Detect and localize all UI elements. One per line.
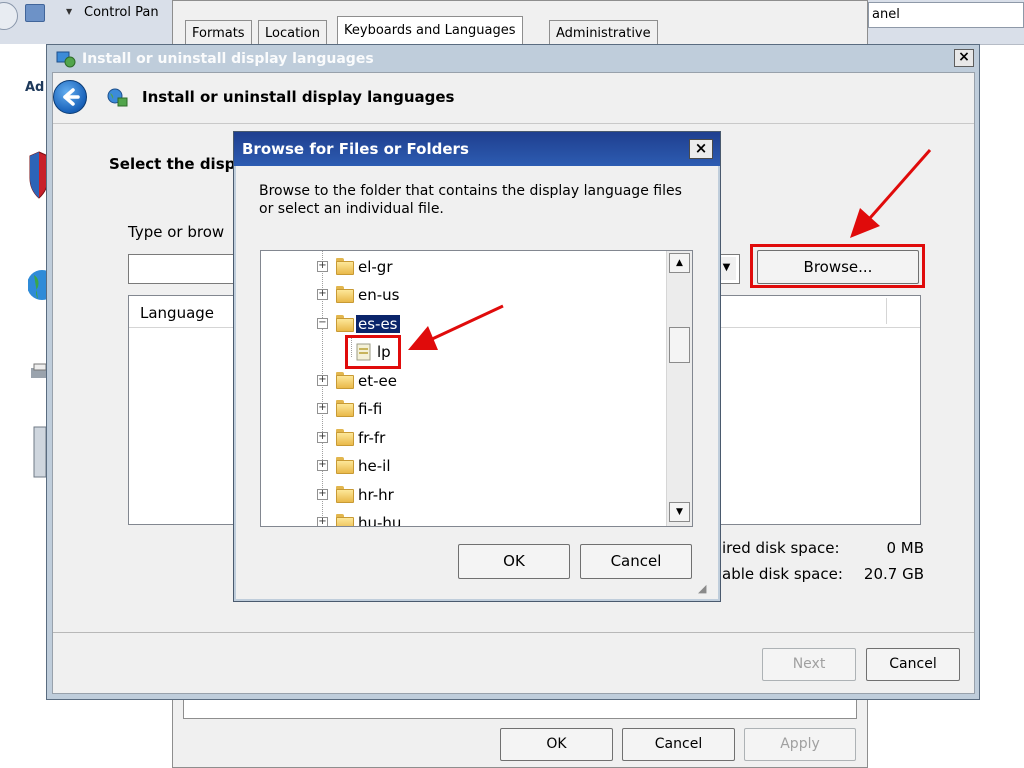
arrow-to-lp-icon: [408, 304, 504, 350]
arrow-to-browse-icon: [850, 149, 932, 238]
annotation-arrows: [408, 149, 932, 350]
